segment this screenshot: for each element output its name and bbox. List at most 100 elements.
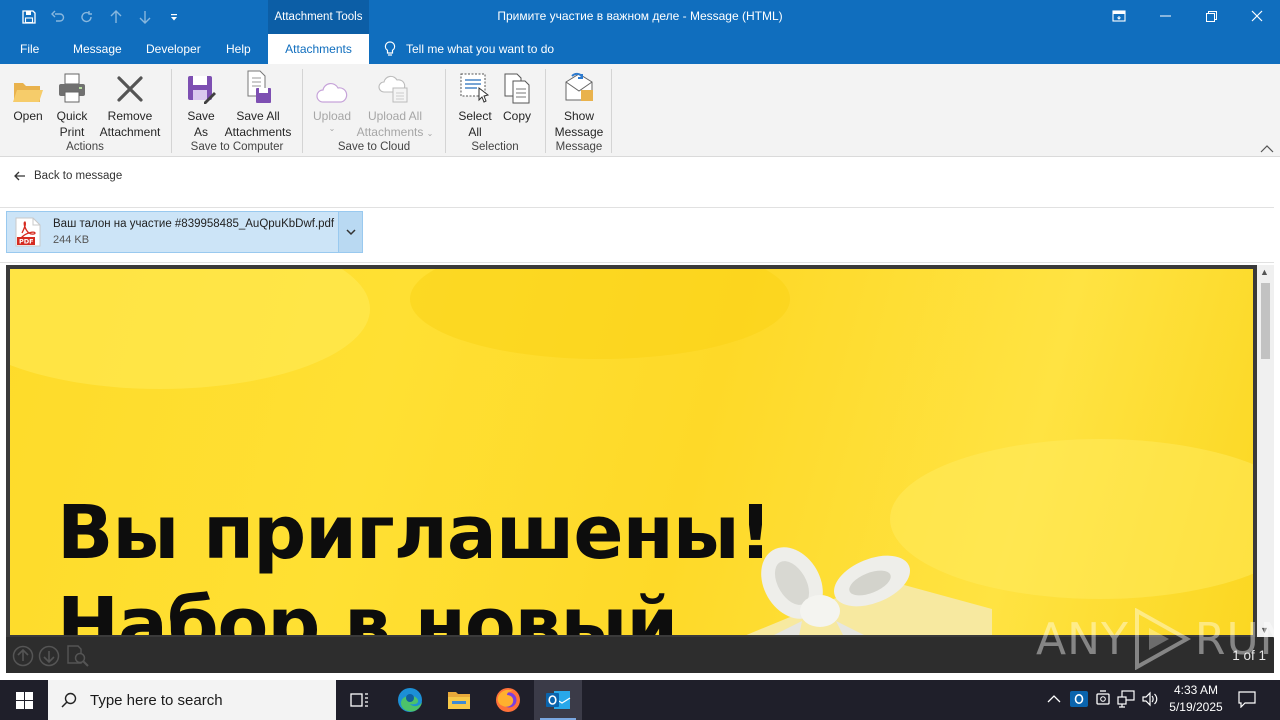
anyrun-watermark: ANY RUN (1036, 608, 1280, 670)
task-view-icon (350, 693, 368, 707)
firefox-icon (496, 688, 520, 712)
group-label-save-to-computer: Save to Computer (190, 141, 284, 153)
tab-help[interactable]: Help (226, 34, 251, 64)
network-icon[interactable] (1117, 690, 1135, 711)
next-item-icon[interactable] (133, 6, 157, 28)
undo-icon[interactable] (46, 6, 70, 28)
windows-logo-icon (15, 691, 33, 709)
lightbulb-icon (384, 41, 396, 56)
chevron-down-icon (345, 228, 356, 235)
save-as-icon (188, 76, 216, 104)
find-in-document-icon[interactable] (66, 645, 90, 670)
taskbar-search[interactable]: Type here to search (48, 680, 336, 720)
next-page-icon[interactable] (38, 645, 60, 670)
invitation-headline: Вы приглашены! Набор в новый (57, 487, 772, 635)
ribbon-display-options-icon[interactable] (1096, 0, 1142, 32)
copy-label: Copy (502, 109, 531, 123)
notifications-icon[interactable] (1238, 690, 1256, 711)
attachment-dropdown-button[interactable] (338, 212, 362, 252)
previous-page-icon[interactable] (12, 645, 34, 670)
volume-icon[interactable] (1141, 690, 1159, 711)
outlook-app[interactable] (534, 680, 582, 720)
folder-open-icon (13, 83, 43, 102)
save-as-label-2: As (193, 125, 208, 139)
customize-qat-icon[interactable] (162, 6, 186, 28)
minimize-button[interactable] (1142, 0, 1188, 32)
select-all-icon (460, 73, 490, 103)
copy-icon (504, 73, 530, 104)
attachment-size: 244 KB (53, 234, 90, 246)
remove-attachment-button[interactable]: Remove Attachment (95, 68, 165, 140)
open-button[interactable]: Open (6, 68, 50, 124)
headline-line-2: Набор в новый (57, 582, 678, 635)
device-tray-icon[interactable] (1095, 690, 1111, 711)
vertical-scrollbar[interactable]: ▲ ▼ (1257, 265, 1274, 637)
start-button[interactable] (0, 680, 48, 720)
clock-date: 5/19/2025 (1169, 700, 1223, 714)
close-button[interactable] (1234, 0, 1280, 32)
chevron-down-icon: ⌄ (328, 124, 336, 133)
tab-message[interactable]: Message (73, 34, 122, 64)
remove-attachment-label-1: Remove (107, 109, 153, 123)
attachment-item[interactable]: PDF Ваш талон на участие #839958485_AuQp… (6, 211, 363, 253)
group-label-save-to-cloud: Save to Cloud (337, 141, 411, 153)
show-message-label-2: Message (554, 125, 604, 139)
scrollbar-thumb[interactable] (1261, 283, 1270, 359)
show-hidden-icons-icon[interactable] (1047, 693, 1061, 707)
save-icon[interactable] (17, 6, 41, 28)
back-to-message-link[interactable]: Back to message (14, 167, 122, 185)
edge-app[interactable] (386, 680, 434, 720)
upload-all-attachments-button[interactable]: Upload All Attachments ⌄ (352, 68, 438, 142)
group-divider (171, 69, 172, 153)
save-all-label-1: Save All (236, 109, 280, 123)
previous-item-icon[interactable] (104, 6, 128, 28)
group-divider (445, 69, 446, 153)
task-view-button[interactable] (336, 680, 384, 720)
restore-button[interactable] (1188, 0, 1234, 32)
select-all-button[interactable]: Select All (454, 68, 496, 140)
file-explorer-app[interactable] (435, 680, 483, 720)
save-all-attachments-button[interactable]: Save All Attachments (222, 68, 294, 140)
chevron-down-icon: ⌄ (426, 129, 434, 138)
save-all-label-2: Attachments (224, 125, 292, 139)
select-all-label-2: All (468, 125, 482, 139)
copy-button[interactable]: Copy (497, 68, 537, 124)
attachment-filename: Ваш талон на участие #839958485_AuQpuKbD… (53, 218, 335, 230)
quick-print-button[interactable]: Quick Print (50, 68, 94, 140)
scroll-up-arrow-icon[interactable]: ▲ (1260, 267, 1269, 277)
ribbon-tab-row: File Message Developer Help Attachments … (0, 34, 1280, 64)
clock-time: 4:33 AM (1173, 683, 1219, 697)
tell-me-search[interactable]: Tell me what you want to do (384, 34, 554, 64)
group-label-selection: Selection (471, 141, 519, 153)
collapse-ribbon-icon[interactable] (1260, 143, 1274, 155)
group-label-message: Message (555, 141, 603, 153)
cloud-attachments-icon (378, 75, 408, 103)
edge-icon (398, 688, 422, 712)
taskbar-clock[interactable]: 4:33 AM 5/19/2025 (1162, 682, 1230, 716)
show-message-label-1: Show (563, 109, 595, 123)
save-as-button[interactable]: Save As (180, 68, 222, 140)
tab-attachments[interactable]: Attachments (268, 34, 369, 64)
group-divider (302, 69, 303, 153)
x-delete-icon (117, 76, 143, 102)
tab-file[interactable]: File (20, 34, 39, 64)
group-divider (545, 69, 546, 153)
printer-icon (59, 73, 85, 103)
redo-icon[interactable] (75, 6, 99, 28)
window-title: Примите участие в важном деле - Message … (497, 9, 783, 23)
quick-print-label-2: Print (59, 125, 85, 139)
upload-label: Upload (312, 109, 352, 123)
open-label: Open (13, 109, 43, 123)
save-all-attachments-icon (247, 70, 271, 103)
search-icon (61, 692, 77, 708)
background-highlight (410, 269, 790, 359)
outlook-tray-icon[interactable] (1070, 690, 1088, 711)
tab-developer[interactable]: Developer (146, 34, 201, 64)
tell-me-text: Tell me what you want to do (406, 42, 555, 56)
gift-bow-image (746, 547, 992, 635)
show-message-button[interactable]: Show Message (551, 68, 607, 140)
upload-button[interactable]: Upload ⌄ (308, 68, 356, 134)
attachment-tools-label: Attachment Tools (268, 0, 369, 34)
taskbar: Type here to search 4:33 AM 5/19/2025 (0, 680, 1280, 720)
firefox-app[interactable] (484, 680, 532, 720)
